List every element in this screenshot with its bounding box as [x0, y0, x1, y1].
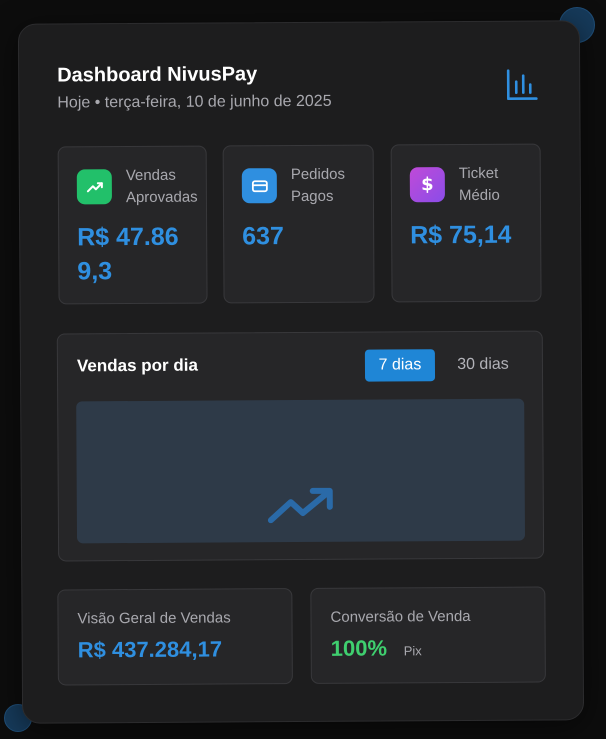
stat-card-average-ticket: $ Ticket Médio R$ 75,14 [390, 143, 542, 303]
trending-up-icon [76, 169, 112, 205]
stat-label: Pedidos Pagos [290, 165, 346, 206]
overview-label: Visão Geral de Vendas [77, 609, 231, 628]
sales-per-day-panel: Vendas por dia 7 dias 30 dias [56, 330, 545, 562]
tab-7-days[interactable]: 7 dias [364, 349, 436, 382]
stat-value: R$ 47.869,3 [77, 222, 179, 286]
stat-label: Vendas Aprovadas [125, 166, 198, 207]
overview-value: R$ 437.284,17 [77, 636, 223, 663]
bar-chart-icon[interactable] [505, 68, 539, 102]
sales-conversion-box: Conversão de Venda 100% Pix [310, 586, 546, 684]
stat-label: Ticket Médio [458, 164, 500, 205]
chart-placeholder [76, 398, 526, 544]
payment-method-tag: Pix [403, 643, 422, 659]
dashboard-card: Dashboard NivusPay Hoje • terça-feira, 1… [17, 20, 585, 724]
stat-value: R$ 75,14 [410, 220, 512, 250]
conversion-label: Conversão de Venda [330, 607, 471, 626]
stat-card-paid-orders: Pedidos Pagos 637 [222, 144, 375, 304]
tab-30-days[interactable]: 30 dias [448, 349, 518, 381]
credit-card-icon [241, 168, 277, 204]
trending-up-icon [267, 486, 335, 526]
page-subtitle: Hoje • terça-feira, 10 de junho de 2025 [57, 92, 332, 112]
dollar-icon: $ [409, 167, 445, 203]
page-title: Dashboard NivusPay [57, 63, 258, 87]
conversion-value: 100% [330, 635, 388, 661]
sales-chart-title: Vendas por dia [76, 355, 198, 376]
sales-overview-box: Visão Geral de Vendas R$ 437.284,17 [57, 588, 293, 686]
stat-card-approved-sales: Vendas Aprovadas R$ 47.869,3 [57, 145, 208, 305]
stat-value: 637 [242, 222, 284, 251]
